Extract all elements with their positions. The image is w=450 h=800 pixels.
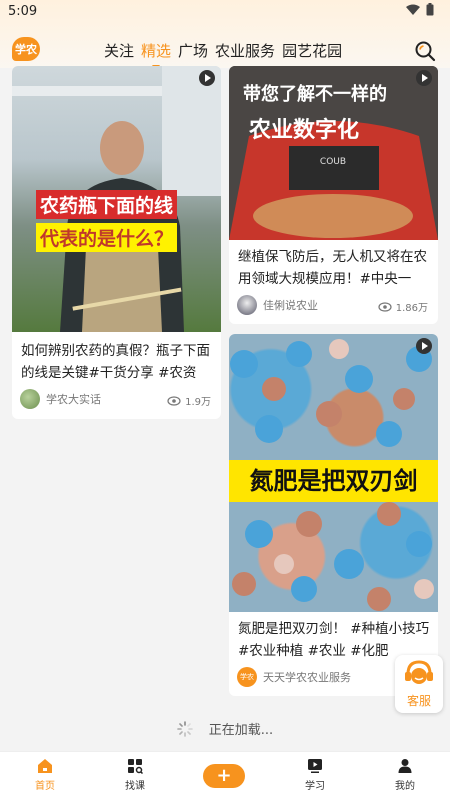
card-author[interactable]: 学农大实话 [20,389,101,409]
thumbnail-caption: 农药瓶下面的线 [36,190,178,219]
customer-service-label: 客服 [406,694,431,708]
tab-garden[interactable]: 园艺花园 [282,40,342,61]
thumbnail-caption: 代表的是什么？ [36,223,178,252]
play-icon [199,70,215,86]
status-bar: 5:09 [0,0,450,22]
search-icon[interactable] [414,40,436,62]
nav-mine-label: 我的 [395,781,415,792]
author-name: 学农大实话 [46,393,101,406]
card-thumbnail[interactable]: COUB 带您了解不一样的 农业数字化 [229,66,438,240]
add-post-button[interactable]: + [203,764,245,788]
loading-text: 正在加载... [208,723,274,738]
thumbnail-caption: 农业数字化 [249,118,360,143]
eye-icon [167,395,181,406]
app-header: 5:09 学农 关注 精选 广场 农业服务 园艺花园 [0,0,450,68]
battery-icon [426,3,434,16]
nav-home[interactable]: 首页 [15,758,75,792]
user-icon [398,759,412,773]
author-name: 天天学农农业服务 [263,671,351,684]
view-count: 1.9万 [167,393,211,408]
card-author[interactable]: 学农 天天学农农业服务 [237,667,351,687]
nav-mine[interactable]: 我的 [375,758,435,792]
eye-icon [378,301,392,312]
feed-card[interactable]: 农药瓶下面的线 代表的是什么？ 如何辨别农药的真假？瓶子下面的线是关键#干货分享… [12,66,221,419]
loading-indicator: 正在加载... [0,719,450,738]
author-name: 佳俐说农业 [263,299,318,312]
app-logo: 学农 [12,37,40,61]
play-icon [416,70,432,86]
view-count: 1.86万 [378,299,428,314]
home-icon [38,759,52,773]
customer-service-button[interactable]: 客服 [395,655,443,713]
tab-featured[interactable]: 精选 [141,40,171,68]
card-author[interactable]: 佳俐说农业 [237,295,318,315]
nav-study[interactable]: 学习 [285,758,345,792]
tab-square[interactable]: 广场 [178,40,208,61]
thumbnail-caption: 带您了解不一样的 [243,84,387,105]
loading-spinner-icon [176,720,193,737]
nav-find-course-label: 找课 [125,781,145,792]
video-play-icon [308,759,322,773]
play-icon [416,338,432,354]
grid-search-icon [128,759,143,774]
card-thumbnail[interactable]: 农药瓶下面的线 代表的是什么？ [12,66,221,332]
status-time: 5:09 [8,4,38,19]
top-tabs: 关注 精选 广场 农业服务 园艺花园 [104,40,342,68]
card-title[interactable]: 如何辨别农药的真假？瓶子下面的线是关键#干货分享 #农资 #... [21,340,213,384]
tab-agri-service[interactable]: 农业服务 [215,40,275,61]
wifi-icon [406,4,420,15]
customer-service-icon [405,660,433,684]
avatar: 学农 [237,667,257,687]
feed-card[interactable]: COUB 带您了解不一样的 农业数字化 继植保飞防后，无人机又将在农用领域大规模… [229,66,438,324]
avatar [20,389,40,409]
thumbnail-caption: 氮肥是把双刃剑 [229,460,438,502]
nav-study-label: 学习 [305,781,325,792]
card-title[interactable]: 继植保飞防后，无人机又将在农用领域大规模应用！#中央一号... [238,246,430,290]
svg-text:COUB: COUB [320,157,346,167]
avatar [237,295,257,315]
nav-home-label: 首页 [35,781,55,792]
card-thumbnail[interactable]: 氮肥是把双刃剑 [229,334,438,612]
feed-card[interactable]: 氮肥是把双刃剑 氮肥是把双刃剑！ #种植小技巧 #农业种植 #农业 #化肥 学农… [229,334,438,696]
tab-follow[interactable]: 关注 [104,40,134,61]
nav-find-course[interactable]: 找课 [105,758,165,792]
